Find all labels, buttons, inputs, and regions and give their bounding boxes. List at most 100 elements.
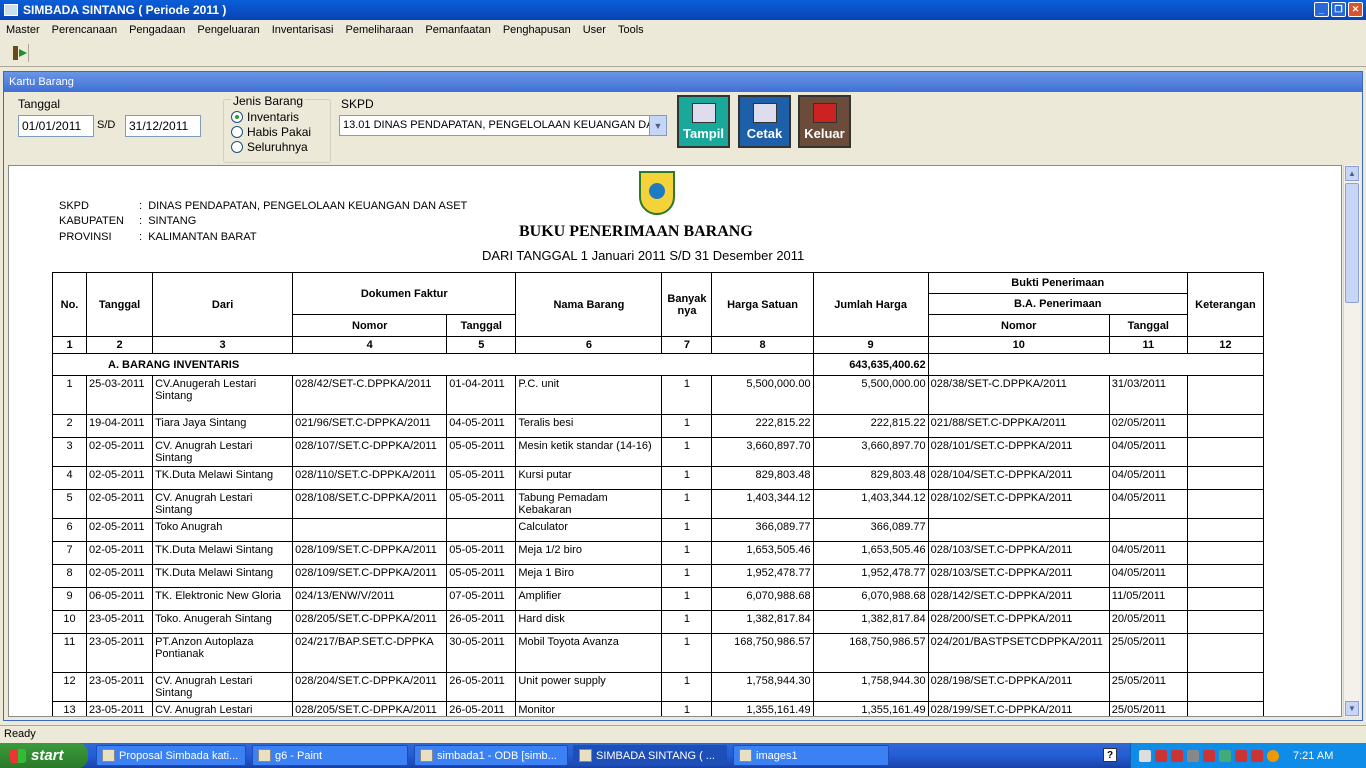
date-from-input[interactable]: 01/01/2011 [18,115,94,137]
chevron-down-icon[interactable]: ▼ [649,116,666,135]
start-button[interactable]: start [0,743,88,768]
table-cell: 028/102/SET.C-DPPKA/2011 [927,489,1110,519]
sd-label: S/D [97,119,116,131]
col-header-nomor: Nomor [292,314,448,337]
window-title: SIMBADA SINTANG ( Periode 2011 ) [23,3,227,17]
table-row: 10 23-05-2011 Toko. Anugerah Sintang 028/20… [51,610,1265,634]
menu-pengeluaran[interactable]: Pengeluaran [191,24,265,36]
tray-security-icon[interactable] [1187,749,1199,762]
toolbar [0,39,1366,67]
table-cell: 02-05-2011 [86,466,154,490]
maximize-button[interactable]: ❐ [1331,2,1346,17]
menu-tools[interactable]: Tools [612,24,650,36]
table-cell: 829,803.48 [711,466,814,490]
scroll-up-icon[interactable]: ▲ [1345,166,1359,181]
tray-network-icon[interactable] [1139,749,1151,762]
table-cell [1186,587,1265,611]
scroll-down-icon[interactable]: ▼ [1345,701,1359,716]
tray-antivirus-icon[interactable] [1155,749,1167,762]
table-cell: CV. Anugrah Lestari Sintang [152,489,294,519]
table-cell: Meja 1 Biro [515,564,663,588]
col-header-dokumen-faktur: Dokumen Faktur [292,272,517,315]
report-table: No. Tanggal Dari Dokumen Faktur Nama Bar… [51,272,1265,716]
minimize-button[interactable]: _ [1314,2,1329,17]
status-bar: Ready [0,725,1366,743]
table-cell: 222,815.22 [711,414,814,438]
table-cell: Calculator [515,518,663,542]
tray-connection-icon[interactable] [1203,749,1215,762]
menu-pemanfaatan[interactable]: Pemanfaatan [419,24,496,36]
table-cell: 5,500,000.00 [711,375,814,415]
table-cell: 30-05-2011 [446,633,517,673]
table-cell: 028/103/SET.C-DPPKA/2011 [927,564,1110,588]
table-cell: 168,750,986.57 [812,633,929,673]
column-number: 7 [661,336,713,354]
cetak-button[interactable]: Cetak [738,95,791,148]
col-header-nama-barang: Nama Barang [515,272,663,337]
report-title: BUKU PENERIMAAN BARANG [519,223,753,240]
app-icon [420,749,433,762]
menu-perencanaan[interactable]: Perencanaan [46,24,123,36]
printer-icon [752,103,777,123]
close-button[interactable]: ✕ [1348,2,1363,17]
jenis-barang-label: Jenis Barang [231,94,306,108]
table-cell: 1,952,478.77 [812,564,929,588]
task-odb[interactable]: simbada1 - ODB [simb... [414,745,568,766]
table-cell: 1,382,817.84 [812,610,929,634]
app-icon [4,4,18,16]
table-cell: 9 [51,587,88,611]
vertical-scrollbar[interactable]: ▲ ▼ [1343,165,1360,717]
sintang-logo-icon [639,171,675,215]
menu-penghapusan[interactable]: Penghapusan [497,24,577,36]
task-simbada[interactable]: SIMBADA SINTANG ( ... [573,745,727,766]
menu-user[interactable]: User [577,24,612,36]
table-cell [1186,564,1265,588]
radio-inventaris[interactable]: Inventaris [231,110,299,124]
task-paint[interactable]: g6 - Paint [252,745,408,766]
table-cell: Mesin ketik standar (14-16) [515,437,663,467]
table-cell: 3,660,897.70 [812,437,929,467]
table-cell: 7 [51,541,88,565]
table-row: 4 02-05-2011 TK.Duta Melawi Sintang 028/110… [51,466,1265,490]
keluar-button[interactable]: Keluar [798,95,851,148]
report-kabupaten: KABUPATEN: SINTANG [59,215,197,227]
table-cell: 11 [51,633,88,673]
table-cell: 1 [661,375,713,415]
menu-pengadaan[interactable]: Pengadaan [123,24,191,36]
help-icon[interactable]: ? [1103,748,1117,762]
table-cell: 8 [51,564,88,588]
exit-door-icon[interactable] [11,44,29,62]
date-to-input[interactable]: 31/12/2011 [125,115,201,137]
table-cell [927,518,1110,542]
task-proposal[interactable]: Proposal Simbada kati... [96,745,246,766]
radio-empty-icon [231,141,243,153]
column-number: 6 [515,336,663,354]
menu-inventarisasi[interactable]: Inventarisasi [266,24,340,36]
tray-app-icon[interactable] [1251,749,1263,762]
task-images1[interactable]: images1 [733,745,889,766]
table-cell: 02-05-2011 [86,541,154,565]
table-row: 1323-05-2011CV. Anugrah Lestari Sintang0… [51,701,1265,716]
tray-device-icon[interactable] [1219,749,1231,762]
table-cell: 028/103/SET.C-DPPKA/2011 [927,541,1110,565]
table-cell: Hard disk [515,610,663,634]
radio-seluruhnya[interactable]: Seluruhnya [231,140,308,154]
tray-shield-icon[interactable] [1171,749,1183,762]
tampil-button[interactable]: Tampil [677,95,730,148]
menu-pemeliharaan[interactable]: Pemeliharaan [340,24,420,36]
table-cell: 04/05/2011 [1108,541,1188,565]
table-cell: 1,403,344.12 [812,489,929,519]
menu-master[interactable]: Master [0,24,46,36]
table-cell: 1 [661,633,713,673]
table-cell: 26-05-2011 [446,610,517,634]
col-header-ba-penerimaan: B.A. Penerimaan [927,293,1188,315]
tray-volume-icon[interactable] [1267,749,1279,762]
status-text: Ready [4,728,36,740]
table-cell [1186,672,1265,702]
tray-update-icon[interactable] [1235,749,1247,762]
table-cell: 1,653,505.46 [812,541,929,565]
table-cell: 23-05-2011 [86,701,154,716]
scroll-thumb[interactable] [1345,183,1359,303]
skpd-select[interactable]: 13.01 DINAS PENDAPATAN, PENGELOLAAN KEUA… [339,115,667,136]
radio-habis-pakai[interactable]: Habis Pakai [231,125,311,139]
